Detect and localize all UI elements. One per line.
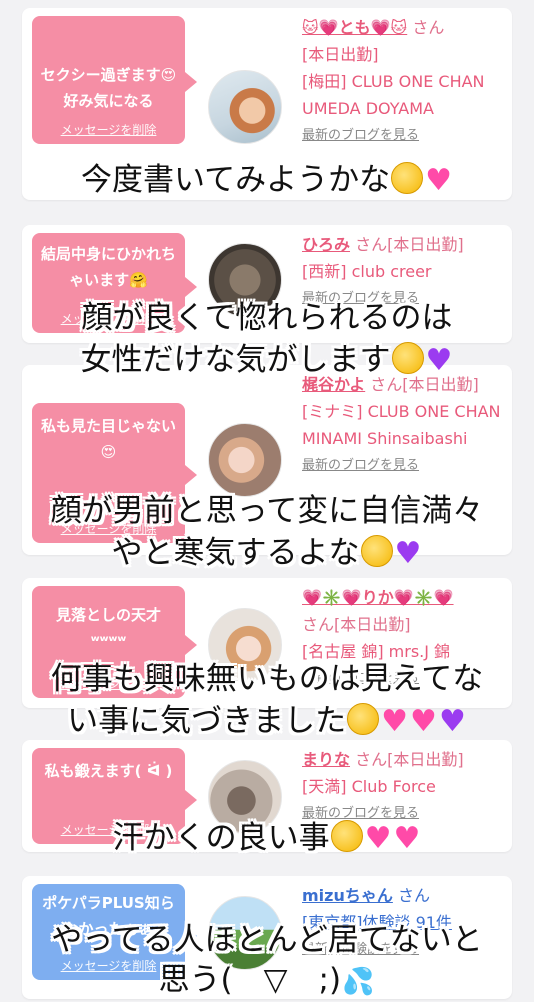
caption-text: 汗かくの良い事 <box>112 820 330 856</box>
user-name-link[interactable]: mizuちゃん <box>302 886 393 905</box>
message-text: 私も見た目じゃない😍 <box>40 417 176 461</box>
caption-text: 思う( ▽ ;) <box>158 962 342 998</box>
shop-name[interactable]: [天満] Club Force <box>302 773 508 800</box>
cast-info: 梶谷かよ さん[本日出勤] [ミナミ] CLUB ONE CHAN MINAMI… <box>302 371 508 479</box>
overlay-caption: やと寒気するよな ♥ <box>0 533 534 574</box>
cast-name-link[interactable]: まりな <box>302 750 350 769</box>
honorific-status: さん[本日出勤] <box>355 235 464 254</box>
message-text: セクシー過ぎます😍好み気になる <box>40 66 177 110</box>
caption-text: 女性だけな気がします <box>80 342 391 378</box>
honorific: さん <box>412 18 445 37</box>
caption-text: 顔が男前と思って変に自信満々 <box>50 493 484 529</box>
shop-name[interactable]: [ミナミ] CLUB ONE CHAN MINAMI Shinsaibashi <box>302 398 508 452</box>
cast-name-link[interactable]: ひろみ <box>302 235 350 254</box>
overlay-caption: 何事も興味無いものは見えてな <box>0 659 534 699</box>
overlay-caption: 今度書いてみようかな ♥ <box>0 160 534 201</box>
overlay-caption: い事に気づきました ♥♥♥ <box>0 701 534 742</box>
purple-heart-icon: ♥ <box>438 704 466 739</box>
rofl-face-icon <box>347 703 380 735</box>
kissing-face-icon <box>330 820 363 852</box>
caption-text: やってる人ほとんど居てないと <box>51 922 483 958</box>
overlay-caption: やってる人ほとんど居てないと <box>0 920 534 960</box>
purple-heart-icon: ♥ <box>425 343 453 378</box>
heart-icon: ♥ <box>393 821 421 856</box>
cast-name-link[interactable]: 🐱💗とも💗🐱 <box>302 18 407 37</box>
message-bubble: セクシー過ぎます😍好み気になる メッセージを削除 <box>32 16 197 144</box>
overlay-caption: 汗かくの良い事 ♥♥ <box>0 818 534 859</box>
message-text: 見落としの天才ʷʷʷʷ <box>55 606 161 650</box>
honorific-status: さん[本日出勤] <box>302 615 411 634</box>
heart-icon: ♥ <box>410 704 437 739</box>
purple-heart-icon: ♥ <box>394 536 422 571</box>
thinking-face-icon <box>391 342 424 374</box>
heart-icon: ♥ <box>381 704 409 739</box>
message-text: 結局中身にひかれちゃいます🤗 <box>40 245 176 289</box>
cast-info: 🐱💗とも💗🐱 さん [本日出勤] [梅田] CLUB ONE CHAN UMED… <box>302 14 508 149</box>
overlay-caption: 思う( ▽ ;)💦 <box>0 960 534 1002</box>
avatar[interactable] <box>208 423 282 497</box>
caption-text: 今度書いてみようかな <box>81 162 391 198</box>
shop-name[interactable]: [梅田] CLUB ONE CHAN UMEDA DOYAMA <box>302 68 508 122</box>
honorific-status: さん[本日出勤] <box>355 750 464 769</box>
heart-icon: ♥ <box>364 821 392 856</box>
sparkling-heart-icon: ♥ <box>425 163 452 198</box>
message-text: 私も鍛えます( ᐛ ) <box>44 762 173 780</box>
pleading-face-icon <box>360 535 393 567</box>
cast-info: まりな さん[本日出勤] [天満] Club Force 最新のブログを見る <box>302 746 508 827</box>
overlay-caption: 女性だけな気がします ♥ <box>0 340 534 381</box>
status-text: [本日出勤] <box>302 45 379 64</box>
sweat-droplets-icon: 💦 <box>342 967 375 997</box>
overlay-caption: 顔が良くて惚れられるのは <box>0 298 534 338</box>
caption-text: い事に気づきました <box>67 703 347 739</box>
caption-text: 顔が良くて惚れられるのは <box>81 300 453 336</box>
caption-text: 何事も興味無いものは見えてな <box>50 661 484 697</box>
shop-name[interactable]: [西新] club creer <box>302 258 508 285</box>
latest-blog-link[interactable]: 最新のブログを見る <box>302 122 508 149</box>
avatar[interactable] <box>208 70 282 144</box>
overlay-caption: 顔が男前と思って変に自信満々 <box>0 491 534 531</box>
cast-name-link[interactable]: 💗✳️💗りか💗✳️💗 <box>302 588 454 607</box>
hand-over-mouth-emoji-icon <box>391 162 424 194</box>
delete-message-link[interactable]: メッセージを削除 <box>32 121 185 138</box>
honorific: さん <box>397 886 430 905</box>
caption-text: やと寒気するよな <box>111 535 360 571</box>
latest-blog-link[interactable]: 最新のブログを見る <box>302 452 508 479</box>
